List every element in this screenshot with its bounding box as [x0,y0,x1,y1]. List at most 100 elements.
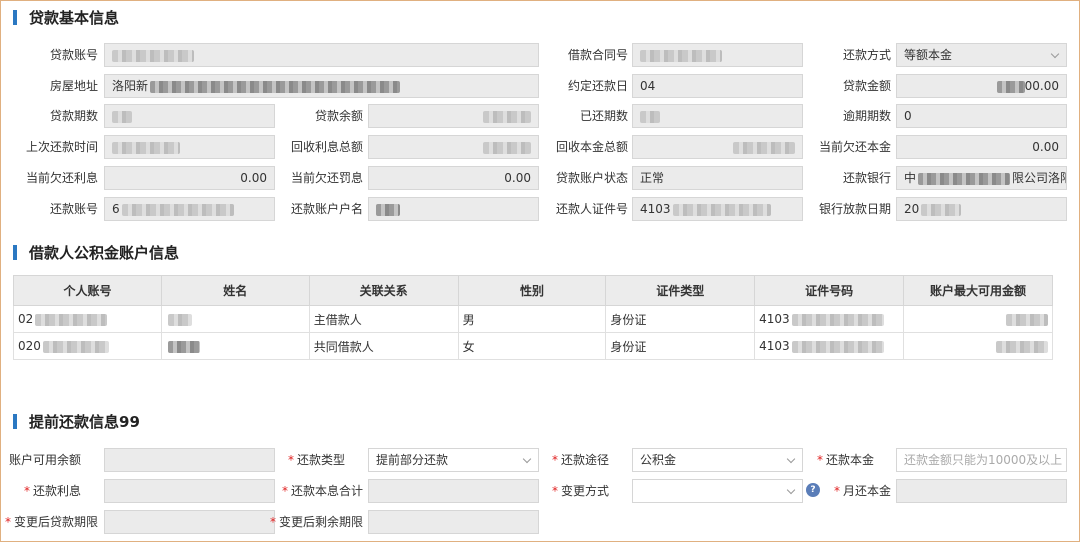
table-row[interactable]: 02 主借款人 男 身份证 4103 [13,305,1053,333]
cell-gender: 女 [457,332,607,360]
repay-principal-input[interactable]: 还款金额只能为10000及以上 [896,448,1067,472]
interest-recovered-field [368,135,539,159]
column-header: 性别 [457,275,607,306]
overdue-terms-field: 0 [896,104,1067,128]
available-balance-field [104,448,275,472]
owed-interest-field: 0.00 [104,166,275,190]
owed-principal-label: 当前欠还本金 [818,140,891,154]
remaining-term-label: * 变更后剩余期限 [269,515,363,529]
loan-balance-label: 贷款余额 [314,109,363,123]
cell-id-no: 4103 [754,305,905,333]
column-header: 账户最大可用金额 [903,275,1053,306]
repay-id-field: 4103 [632,197,803,221]
cell-name [160,305,310,333]
monthly-principal-label: * 月还本金 [833,484,891,498]
table-header-row: 个人账号 姓名 关联关系 性别 证件类型 证件号码 账户最大可用金额 [13,275,1053,306]
chevron-down-icon [1050,49,1060,59]
new-term-field [104,510,275,534]
cell-relation: 主借款人 [308,305,459,333]
repay-principal-label: * 还款本金 [816,453,874,467]
change-method-select[interactable] [632,479,803,503]
principal-recovered-label: 回收本金总额 [555,140,628,154]
table-row[interactable]: 020 共同借款人 女 身份证 4103 [13,332,1053,360]
repay-channel-select[interactable]: 公积金 [632,448,803,472]
last-repay-field [104,135,275,159]
column-header: 证件号码 [754,275,905,306]
repay-interest-label: * 还款利息 [23,484,81,498]
repay-bank-field: 中限公司洛阳 [896,166,1067,190]
loan-amount-label: 贷款金额 [842,79,891,93]
principal-recovered-field [632,135,803,159]
repay-total-label: * 还款本息合计 [281,484,363,498]
due-day-label: 约定还款日 [567,79,628,93]
repay-id-label: 还款人证件号 [555,202,628,216]
cell-account: 020 [13,332,162,360]
repay-bank-label: 还款银行 [842,171,891,185]
paid-terms-field [632,104,803,128]
due-day-field: 04 [632,74,803,98]
repay-account-name-label: 还款账户户名 [290,202,363,216]
repay-account-label: 还款账号 [49,202,98,216]
owed-interest-label: 当前欠还利息 [25,171,98,185]
column-header: 证件类型 [605,275,756,306]
available-balance-label: 账户可用余额 [9,453,82,467]
repay-channel-label: * 还款途径 [551,453,609,467]
owed-penalty-field: 0.00 [368,166,539,190]
section-marker [13,9,17,25]
monthly-principal-field [896,479,1067,503]
loan-amount-field: 00.00 [896,74,1067,98]
repay-interest-field [104,479,275,503]
address-field: 洛阳新 [104,74,539,98]
section-marker [13,413,17,429]
repay-total-field [368,479,539,503]
cell-id-type: 身份证 [605,305,756,333]
column-header: 姓名 [160,275,310,306]
bank-loan-date-label: 银行放款日期 [818,202,891,216]
account-status-field: 正常 [632,166,803,190]
cell-id-no: 4103 [754,332,905,360]
last-repay-label: 上次还款时间 [25,140,98,154]
section-title: 贷款基本信息 [29,8,120,27]
cell-max-amount [903,332,1053,360]
loan-term-field [104,104,275,128]
chevron-down-icon [786,454,796,464]
overdue-terms-label: 逾期期数 [842,109,891,123]
new-term-label: * 变更后贷款期限 [5,515,99,529]
loan-term-label: 贷款期数 [49,109,98,123]
column-header: 个人账号 [13,275,162,306]
cell-relation: 共同借款人 [308,332,459,360]
cell-id-type: 身份证 [605,332,756,360]
paid-terms-label: 已还期数 [579,109,628,123]
repay-account-field: 6 [104,197,275,221]
repay-type-select[interactable]: 提前部分还款 [368,448,539,472]
chevron-down-icon [522,454,532,464]
repay-method-select[interactable]: 等额本金 [896,43,1067,67]
section-prepayment-info: 提前还款信息99 [13,411,140,431]
cell-account: 02 [13,305,162,333]
repay-method-label: 还款方式 [842,48,891,62]
section-borrower-fund-info: 借款人公积金账户信息 [13,242,179,262]
account-status-label: 贷款账户状态 [555,171,628,185]
owed-penalty-label: 当前欠还罚息 [290,171,363,185]
borrower-table: 个人账号 姓名 关联关系 性别 证件类型 证件号码 账户最大可用金额 02 主借… [13,275,1053,360]
repay-type-label: * 还款类型 [287,453,345,467]
chevron-down-icon [786,485,796,495]
section-title: 借款人公积金账户信息 [29,243,180,262]
section-loan-basic-info: 贷款基本信息 [13,7,119,27]
owed-principal-field: 0.00 [896,135,1067,159]
loan-account-field [104,43,539,67]
bank-loan-date-field: 20 [896,197,1067,221]
loan-balance-field [368,104,539,128]
section-title: 提前还款信息99 [29,412,140,431]
loan-account-label: 贷款账号 [49,48,98,62]
address-label: 房屋地址 [49,79,98,93]
cell-max-amount [903,305,1053,333]
contract-no-field [632,43,803,67]
loan-prepayment-form: 贷款基本信息 贷款账号 借款合同号 还款方式 等额本金 房屋地址 洛阳新 约定还… [0,0,1080,542]
interest-recovered-label: 回收利息总额 [290,140,363,154]
section-marker [13,244,17,260]
cell-gender: 男 [457,305,607,333]
change-method-label: * 变更方式 [551,484,609,498]
repay-account-name-field [368,197,539,221]
remaining-term-field [368,510,539,534]
